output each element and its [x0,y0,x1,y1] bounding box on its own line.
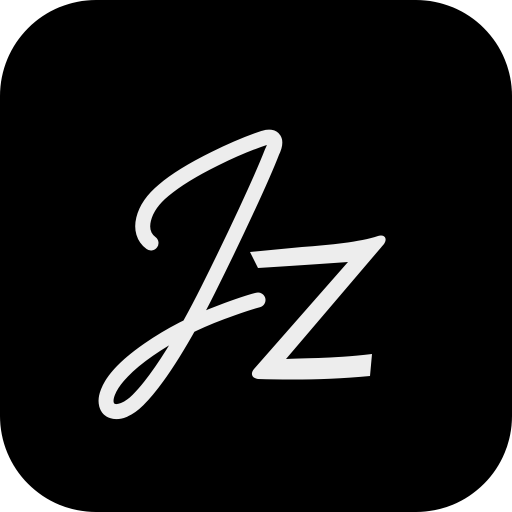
letter-z [250,235,386,380]
jz-logo [98,129,386,419]
letter-j [98,129,283,419]
app-icon[interactable] [0,0,512,512]
